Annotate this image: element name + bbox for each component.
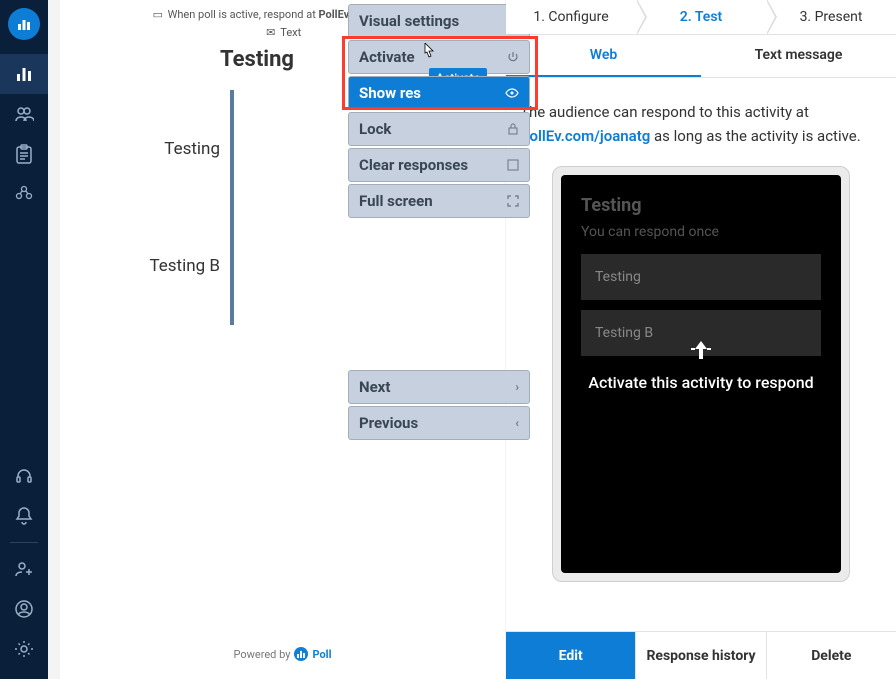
step-present-label: 3. Present <box>800 9 863 25</box>
sidebar-teams[interactable] <box>0 174 48 214</box>
workflow-steps: 1. Configure 2. Test 3. Present <box>506 0 896 34</box>
chart-axis <box>230 90 234 325</box>
cursor-pointer-icon <box>420 43 436 61</box>
fullscreen-icon <box>507 195 519 207</box>
menu-next-label: Next <box>359 378 390 396</box>
chevron-right-icon: › <box>515 380 519 394</box>
menu-show-label: Show res <box>359 84 421 102</box>
preview-option-1: Testing <box>581 254 821 300</box>
powered-by: Powered by Poll <box>70 647 495 661</box>
headset-icon <box>14 466 34 486</box>
activate-arrow-icon <box>689 341 713 361</box>
power-icon <box>507 51 519 63</box>
info-after: as long as the activity is active. <box>650 127 860 145</box>
sidebar-separator <box>10 542 38 543</box>
chart-labels: Testing Testing B <box>70 90 230 325</box>
menu-activate[interactable]: Activate Activate <box>348 40 530 74</box>
powered-prefix: Powered by <box>233 648 290 661</box>
menu-clear-label: Clear responses <box>359 156 468 174</box>
menu-lock-label: Lock <box>359 120 391 138</box>
sidebar-support[interactable] <box>0 456 48 496</box>
activate-overlay-text: Activate this activity to respond <box>561 373 841 392</box>
menu-activate-label: Activate <box>359 48 415 66</box>
eye-icon <box>505 87 519 99</box>
option-label-1: Testing <box>70 90 230 208</box>
menu-clear-responses[interactable]: Clear responses <box>348 148 530 182</box>
delete-button[interactable]: Delete <box>767 632 896 679</box>
phone-screen: Testing You can respond once Testing Tes… <box>561 175 841 573</box>
response-history-button[interactable]: Response history <box>636 632 766 679</box>
response-mode-tabs: Web Text message <box>506 34 896 78</box>
preview-sub: You can respond once <box>581 224 821 240</box>
group-icon <box>14 184 34 204</box>
menu-previous[interactable]: Previous ‹ <box>348 406 530 440</box>
preview-title: Testing <box>581 195 821 216</box>
menu-prev-label: Previous <box>359 414 418 432</box>
menu-next[interactable]: Next › <box>348 370 530 404</box>
menu-visual-label: Visual settings <box>359 12 459 30</box>
instr-line2: Text <box>280 26 301 39</box>
menu-lock[interactable]: Lock <box>348 112 530 146</box>
step-present[interactable]: 3. Present <box>766 0 896 34</box>
tab-text-message[interactable]: Text message <box>701 35 896 77</box>
sidebar-activities[interactable] <box>0 54 48 94</box>
clipboard-icon <box>15 144 33 164</box>
browser-icon: ▭ <box>151 6 165 24</box>
sidebar-settings[interactable] <box>0 629 48 669</box>
poll-canvas: ▭ When poll is active, respond at PollEv… <box>60 0 505 679</box>
step-test[interactable]: 2. Test <box>636 0 766 34</box>
sms-icon: ✉ <box>264 24 278 42</box>
tab-web[interactable]: Web <box>506 35 701 77</box>
poll-link[interactable]: PollEv.com/joanatg <box>520 127 650 145</box>
step-test-label: 2. Test <box>680 9 723 25</box>
sidebar-template[interactable] <box>0 134 48 174</box>
sidebar-add-user[interactable] <box>0 549 48 589</box>
chart-icon <box>16 16 32 32</box>
people-icon <box>14 104 34 124</box>
instr-line1: When poll is active, respond at <box>168 8 319 21</box>
option-label-2: Testing B <box>70 208 230 326</box>
phone-frame: Testing You can respond once Testing Tes… <box>552 166 850 582</box>
powered-brand: Poll <box>312 648 331 661</box>
add-user-icon <box>14 559 34 579</box>
menu-full-screen[interactable]: Full screen <box>348 184 530 218</box>
app-sidebar <box>0 0 48 679</box>
menu-full-label: Full screen <box>359 192 433 210</box>
lock-icon <box>507 123 519 135</box>
right-panel: 1. Configure 2. Test 3. Present Web Text… <box>506 0 896 679</box>
bell-icon <box>15 506 33 526</box>
phone-preview-wrap: Testing You can respond once Testing Tes… <box>506 166 896 582</box>
menu-visual-settings[interactable]: Visual settings <box>348 4 530 38</box>
chevron-left-icon: ‹ <box>515 416 519 430</box>
step-configure[interactable]: 1. Configure <box>506 0 636 34</box>
edit-button[interactable]: Edit <box>506 632 636 679</box>
canvas-menu: Visual settings Activate Activate Show r… <box>348 4 530 440</box>
sidebar-account[interactable] <box>0 589 48 629</box>
bars-icon <box>14 64 34 84</box>
gear-icon <box>14 639 34 659</box>
box-icon <box>507 159 519 171</box>
user-circle-icon <box>14 599 34 619</box>
poll-logo-small <box>294 647 308 661</box>
info-before: The audience can respond to this activit… <box>520 103 809 121</box>
sidebar-participants[interactable] <box>0 94 48 134</box>
menu-show-results[interactable]: Show res <box>348 76 530 110</box>
test-info: The audience can respond to this activit… <box>506 78 896 166</box>
step-configure-label: 1. Configure <box>533 9 608 25</box>
bottom-actions: Edit Response history Delete <box>506 631 896 679</box>
app-logo[interactable] <box>8 8 40 40</box>
sidebar-notifications[interactable] <box>0 496 48 536</box>
